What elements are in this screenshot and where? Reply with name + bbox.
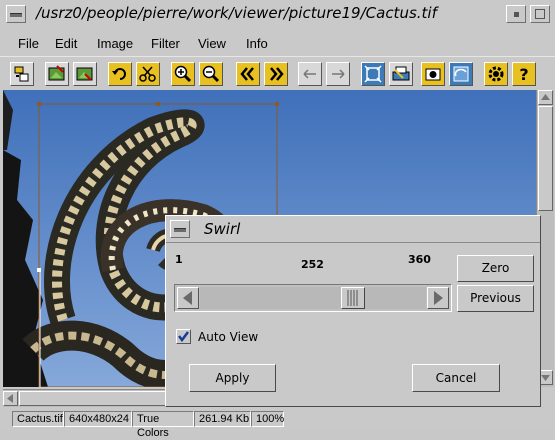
right-triangle-icon	[434, 291, 443, 305]
help-icon: ?	[519, 65, 528, 84]
open-button[interactable]	[10, 62, 34, 86]
previous-button[interactable]	[298, 62, 322, 86]
scroll-left-button[interactable]	[3, 391, 18, 406]
print-icon	[392, 66, 410, 81]
last-image-button[interactable]	[264, 62, 288, 86]
status-dimensions: 640x480x24	[64, 411, 132, 427]
dialog-menu-button[interactable]	[170, 220, 190, 238]
load-image-icon	[48, 65, 65, 81]
settings-button[interactable]	[484, 62, 508, 86]
vertical-scroll-thumb[interactable]	[538, 106, 553, 211]
next-button[interactable]	[326, 62, 350, 86]
title-bar[interactable]: /usrz0/people/pierre/work/viewer/picture…	[0, 0, 555, 31]
open-icon	[14, 66, 29, 82]
first-image-icon	[240, 67, 254, 81]
settings-icon	[488, 66, 504, 82]
zoom-out-button[interactable]	[199, 62, 223, 86]
menu-image[interactable]: Image	[97, 36, 133, 51]
scroll-up-button[interactable]	[538, 90, 553, 105]
auto-view-checkbox[interactable]	[176, 329, 191, 344]
slider-max-label: 360	[408, 253, 431, 266]
cut-button[interactable]	[136, 62, 160, 86]
dialog-title-bar[interactable]: Swirl	[166, 216, 540, 243]
print-button[interactable]	[389, 62, 413, 86]
zoom-in-icon	[174, 65, 192, 83]
status-bar: Cactus.tif 640x480x24 True Colors 261.94…	[0, 408, 555, 439]
last-image-icon	[270, 67, 284, 81]
swirl-angle-slider[interactable]	[174, 284, 452, 312]
status-file-size: 261.94 Kb	[194, 411, 251, 427]
toolbar: ?	[0, 56, 555, 91]
snapshot-button[interactable]	[421, 62, 445, 86]
swirl-dialog: Swirl 1 252 360 Zero Previous Auto View …	[165, 215, 541, 407]
left-arrow-icon	[7, 394, 13, 403]
first-image-button[interactable]	[236, 62, 260, 86]
save-image-icon	[76, 67, 93, 81]
next-icon	[332, 69, 345, 79]
snapshot-icon	[425, 68, 441, 81]
slider-thumb[interactable]	[341, 287, 365, 309]
help-button[interactable]: ?	[512, 62, 536, 86]
refresh-button[interactable]	[449, 62, 473, 86]
undo-button[interactable]	[108, 62, 132, 86]
status-zoom: 100%	[251, 411, 284, 427]
slider-track[interactable]	[200, 287, 426, 309]
menu-bar: File Edit Image Filter View Info	[0, 30, 555, 56]
horizontal-scroll-thumb[interactable]	[19, 391, 169, 406]
status-filename: Cactus.tif	[12, 411, 64, 427]
window-title: /usrz0/people/pierre/work/viewer/picture…	[36, 4, 437, 22]
checkmark-icon	[178, 331, 189, 343]
cut-icon	[139, 66, 156, 82]
menu-view[interactable]: View	[198, 36, 226, 51]
save-image-button[interactable]	[73, 62, 97, 86]
zero-button[interactable]: Zero	[457, 255, 534, 282]
zoom-out-icon	[202, 65, 220, 83]
previous-icon	[303, 69, 316, 79]
auto-view-label: Auto View	[198, 330, 259, 344]
apply-button[interactable]: Apply	[189, 364, 276, 392]
refresh-icon	[453, 66, 469, 82]
dialog-menu-icon	[174, 228, 186, 232]
slider-min-label: 1	[175, 253, 183, 266]
svg-text:?: ?	[519, 65, 528, 84]
status-color-mode: True Colors	[132, 411, 194, 439]
grip-icon	[347, 290, 358, 306]
window-menu-icon	[10, 13, 22, 17]
dialog-title: Swirl	[204, 220, 241, 238]
fit-window-button[interactable]	[361, 62, 385, 86]
slider-increment-button[interactable]	[427, 287, 449, 309]
maximize-button[interactable]	[530, 5, 550, 23]
slider-value-label: 252	[301, 258, 324, 271]
load-image-button[interactable]	[45, 62, 69, 86]
zoom-in-button[interactable]	[171, 62, 195, 86]
menu-filter[interactable]: Filter	[151, 36, 180, 51]
menu-info[interactable]: Info	[246, 36, 268, 51]
previous-button[interactable]: Previous	[457, 285, 534, 312]
undo-icon	[112, 68, 126, 80]
minimize-button[interactable]	[506, 5, 526, 23]
up-arrow-icon	[541, 94, 550, 100]
menu-edit[interactable]: Edit	[55, 36, 77, 51]
cancel-button[interactable]: Cancel	[412, 364, 500, 392]
window-menu-button[interactable]	[6, 5, 26, 23]
left-triangle-icon	[183, 291, 192, 305]
menu-file[interactable]: File	[18, 36, 39, 51]
slider-decrement-button[interactable]	[177, 287, 199, 309]
fit-window-icon	[364, 65, 382, 83]
viewer-window: /usrz0/people/pierre/work/viewer/picture…	[0, 0, 555, 439]
